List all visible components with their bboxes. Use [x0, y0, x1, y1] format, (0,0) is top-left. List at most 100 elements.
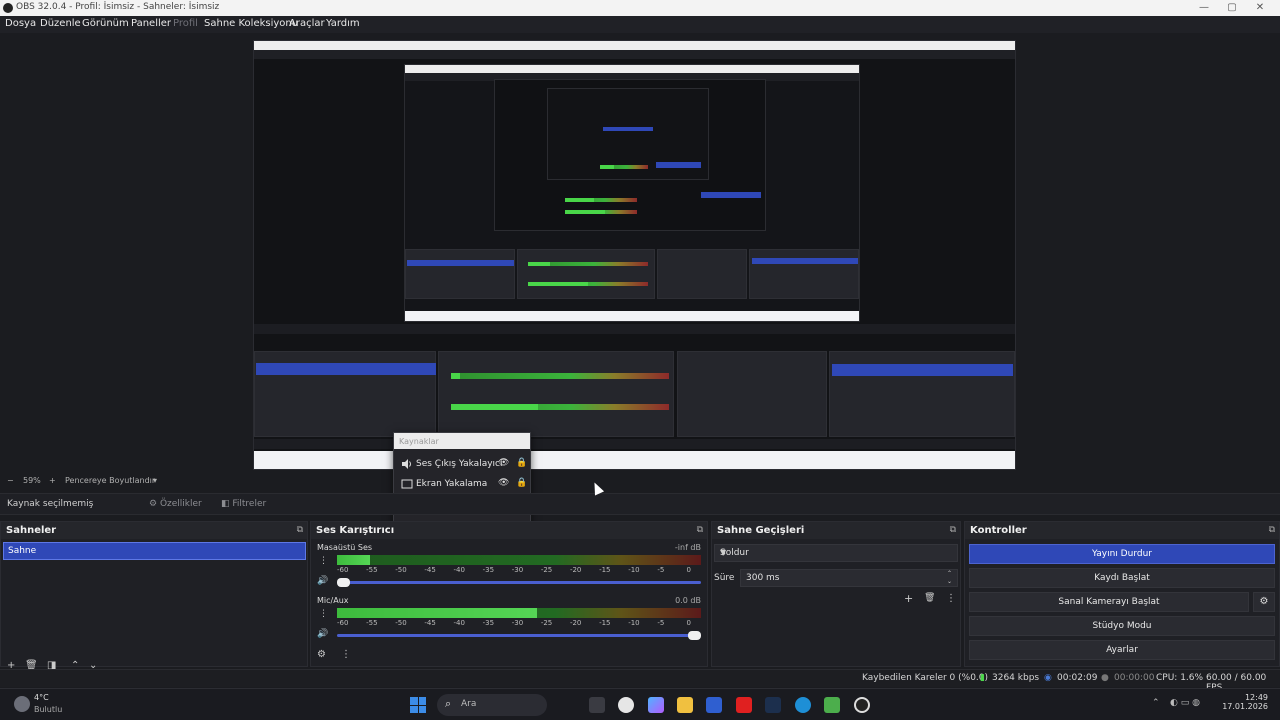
volume-meter: [337, 555, 701, 565]
undock-icon[interactable]: ⧉: [697, 525, 703, 535]
start-icon[interactable]: [410, 697, 426, 713]
mixer-menu-icon[interactable]: ⋮: [341, 649, 351, 660]
source-item-audio[interactable]: Ses Çıkış Yakalayıcı 👁 🔒: [398, 455, 527, 473]
folder-icon[interactable]: [677, 697, 693, 713]
scenes-dock: Sahneler ⧉ Sahne + 🗑 ◨ ⌃ ⌄: [0, 521, 308, 671]
duration-label: Süre: [714, 573, 735, 583]
studio-mode-button[interactable]: Stüdyo Modu: [969, 616, 1275, 636]
search-icon: ⌕: [445, 697, 452, 710]
channel-menu-icon[interactable]: ⋮: [319, 609, 328, 619]
copilot-icon[interactable]: [648, 697, 664, 713]
menu-bar: Dosya Düzenle Görünüm Paneller Profil Sa…: [0, 16, 1280, 33]
lock-icon[interactable]: 🔒: [516, 458, 527, 468]
preview-canvas[interactable]: [253, 40, 1016, 470]
weather-icon[interactable]: [14, 696, 30, 712]
chevron-down-icon[interactable]: ▾: [153, 476, 157, 485]
tray-chevron-icon[interactable]: ⌃: [1152, 698, 1160, 708]
transition-select[interactable]: Soldur ▼: [714, 544, 958, 562]
menu-paneller[interactable]: Paneller: [131, 18, 171, 29]
menu-sahne-koleksiyonu[interactable]: Sahne Koleksiyonu: [204, 18, 298, 29]
source-context-bar: Kaynak seçilmemiş ⚙ Özellikler ◧ Filtrel…: [0, 493, 1280, 515]
settings-button[interactable]: Ayarlar: [969, 640, 1275, 660]
tick-label: -45: [424, 566, 436, 574]
meter-ticks: -60 -55 -50 -45 -40 -35 -30 -25 -20 -15 -10 -5 0: [337, 619, 701, 628]
zoom-in-button[interactable]: +: [49, 476, 56, 485]
channel-name: Mic/Aux: [317, 596, 349, 605]
stepper-icon[interactable]: ⌃ ⌄: [947, 570, 952, 586]
cpu-usage: CPU: 1.6%: [1156, 673, 1204, 683]
properties-button[interactable]: ⚙ Özellikler: [143, 497, 208, 513]
nested-transitions-panel: [677, 351, 827, 437]
taskbar-search[interactable]: ⌕ Ara: [437, 694, 547, 716]
status-bar: Kaybedilen Kareler 0 (%0.0) ▮ 3264 kbps …: [0, 669, 1280, 693]
filters-button[interactable]: ◧ Filtreler: [215, 497, 272, 513]
duration-input[interactable]: 300 ms ⌃ ⌄: [740, 569, 958, 587]
tick-label: -60: [337, 566, 349, 574]
zoom-bar: − 59% + Pencereye Boyutlandır ▾: [0, 475, 1280, 489]
zoom-out-button[interactable]: −: [7, 476, 14, 485]
taskbar-clock[interactable]: 12:49 17.01.2026: [1222, 693, 1268, 711]
volume-slider[interactable]: [337, 578, 701, 587]
menu-profil[interactable]: Profil: [173, 18, 198, 29]
trash-icon[interactable]: 🗑: [924, 593, 935, 603]
nested-scenes-panel: [254, 351, 436, 437]
tick-label: -20: [569, 566, 582, 574]
undock-icon[interactable]: ⧉: [1269, 525, 1275, 535]
tick-label: -35: [482, 566, 495, 574]
tick-label: -25: [540, 566, 553, 574]
undock-icon[interactable]: ⧉: [297, 525, 303, 535]
stream-icon: ◉: [1044, 673, 1052, 683]
window-title: OBS 32.0.4 - Profil: İsimsiz - Sahneler:…: [16, 2, 220, 12]
visibility-eye-icon[interactable]: 👁: [498, 458, 509, 468]
channel-db: 0.0 dB: [675, 596, 701, 605]
tick-label: -15: [599, 619, 611, 627]
chrome-icon[interactable]: [618, 697, 634, 713]
tick-label: 0: [686, 566, 691, 574]
weather-temp: 4°C: [34, 693, 49, 702]
steam-icon[interactable]: [765, 697, 781, 713]
obs-icon[interactable]: [854, 697, 870, 713]
zoom-level: 59%: [23, 476, 41, 485]
start-recording-button[interactable]: Kaydı Başlat: [969, 568, 1275, 588]
maximize-icon[interactable]: ▢: [1218, 1, 1246, 15]
transition-menu-icon[interactable]: ⋮: [946, 593, 956, 604]
tick-label: -15: [599, 566, 611, 574]
nvidia-icon[interactable]: [824, 697, 840, 713]
undock-icon[interactable]: ⧉: [950, 525, 956, 535]
source-item-label: Ses Çıkış Yakalayıcı: [416, 459, 503, 469]
close-icon[interactable]: ✕: [1246, 1, 1274, 15]
add-transition-icon[interactable]: +: [904, 592, 913, 605]
channel-db: -inf dB: [674, 543, 701, 552]
stop-streaming-button[interactable]: Yayını Durdur: [969, 544, 1275, 564]
tick-label: -5: [657, 566, 665, 574]
taskview-icon[interactable]: [589, 697, 605, 713]
mixer-settings-icon[interactable]: ⚙: [317, 649, 326, 660]
nested-titlebar: [254, 41, 1015, 50]
menu-dosya[interactable]: Dosya: [5, 18, 36, 29]
record-time: 00:00:00: [1114, 673, 1155, 683]
channel-menu-icon[interactable]: ⋮: [319, 556, 328, 566]
bitrate: 3264 kbps: [992, 673, 1040, 683]
channel-name: Masaüstü Ses: [317, 543, 373, 552]
speaker-icon: [402, 459, 411, 469]
speaker-icon[interactable]: 🔊: [317, 576, 328, 586]
chevron-down-icon: ▼: [720, 548, 727, 557]
youtube-icon[interactable]: [736, 697, 752, 713]
menu-duzenle[interactable]: Düzenle: [40, 18, 81, 29]
scene-item[interactable]: Sahne: [3, 542, 306, 560]
speaker-icon[interactable]: 🔊: [317, 629, 328, 639]
menu-yardim[interactable]: Yardım: [326, 18, 360, 29]
zoom-mode-select[interactable]: Pencereye Boyutlandır: [65, 476, 155, 485]
menu-gorunum[interactable]: Görünüm: [82, 18, 129, 29]
menu-araclar[interactable]: Araçlar: [289, 18, 325, 29]
store-icon[interactable]: [706, 697, 722, 713]
start-virtual-camera-button[interactable]: Sanal Kamerayı Başlat: [969, 592, 1249, 612]
tick-label: -55: [366, 619, 378, 627]
virtual-camera-settings-icon[interactable]: ⚙: [1253, 592, 1275, 612]
tray-icons[interactable]: ◐ ▭ ◍: [1170, 698, 1200, 708]
tick-label: -55: [366, 566, 378, 574]
volume-slider[interactable]: [337, 631, 701, 640]
minimize-icon[interactable]: —: [1190, 1, 1218, 15]
edge-icon[interactable]: [795, 697, 811, 713]
tick-label: -35: [482, 619, 495, 627]
